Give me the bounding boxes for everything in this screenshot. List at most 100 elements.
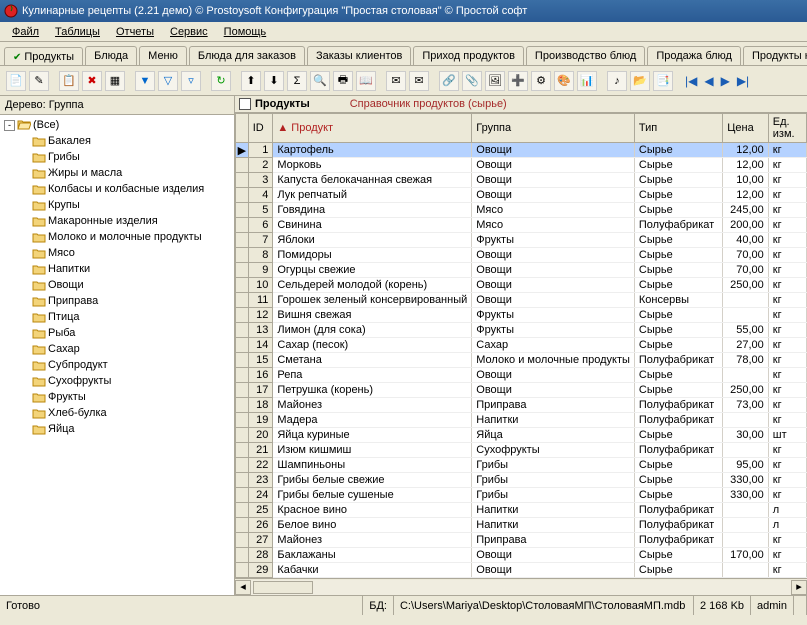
tree-item[interactable]: Субпродукт: [32, 357, 230, 373]
tb-email2-icon[interactable]: ✉: [409, 71, 429, 91]
tree-item[interactable]: Бакалея: [32, 133, 230, 149]
tree-item[interactable]: Овощи: [32, 277, 230, 293]
tb-color-icon[interactable]: 🎨: [554, 71, 574, 91]
table-row[interactable]: 23Грибы белые свежиеГрибыСырье330,00кг: [236, 473, 807, 488]
menu-reports[interactable]: Отчеты: [108, 24, 162, 40]
table-row[interactable]: 18МайонезПриправаПолуфабрикат73,00кг: [236, 398, 807, 413]
tree-item[interactable]: Яйца: [32, 421, 230, 437]
tab-stock[interactable]: Продукты на складе: [743, 46, 807, 65]
tb-book-icon[interactable]: 📖: [356, 71, 376, 91]
table-row[interactable]: 3Капуста белокачанная свежаяОвощиСырье10…: [236, 173, 807, 188]
tree-item[interactable]: Мясо: [32, 245, 230, 261]
tb-import-icon[interactable]: ⬇: [264, 71, 284, 91]
tree[interactable]: - (Все) БакалеяГрибыЖиры и маслаКолбасы и …: [0, 115, 234, 595]
nav-prev-icon[interactable]: ◀: [702, 74, 715, 88]
column-header[interactable]: Группа: [472, 114, 635, 143]
table-row[interactable]: 30Лук порейОвощиСырье160,00кг: [236, 578, 807, 579]
nav-first-icon[interactable]: |◀: [683, 74, 699, 88]
tb-img-icon[interactable]: 🖼: [485, 71, 505, 91]
tab-products[interactable]: Продукты: [4, 47, 83, 66]
tb-cfg-icon[interactable]: ⚙: [531, 71, 551, 91]
tree-item[interactable]: Птица: [32, 309, 230, 325]
table-row[interactable]: 16РепаОвощиСырьекг: [236, 368, 807, 383]
tb-filteroff-icon[interactable]: ▿: [181, 71, 201, 91]
tb-addrow-icon[interactable]: ➕: [508, 71, 528, 91]
tb-email-icon[interactable]: ✉: [386, 71, 406, 91]
tree-collapse-icon[interactable]: -: [4, 120, 15, 131]
scroll-thumb[interactable]: [253, 581, 313, 594]
table-row[interactable]: 20Яйца куриныеЯйцаСырье30,00шт: [236, 428, 807, 443]
tb-mass-icon[interactable]: ▦: [105, 71, 125, 91]
scroll-left-icon[interactable]: ◂: [235, 580, 251, 595]
tree-item[interactable]: Напитки: [32, 261, 230, 277]
menu-file[interactable]: Файл: [4, 24, 47, 40]
nav-next-icon[interactable]: ▶: [719, 74, 732, 88]
table-row[interactable]: 14Сахар (песок)СахарСырье27,00кг: [236, 338, 807, 353]
nav-last-icon[interactable]: ▶|: [735, 74, 751, 88]
tree-item[interactable]: Фрукты: [32, 389, 230, 405]
table-row[interactable]: 2МорковьОвощиСырье12,00кг: [236, 158, 807, 173]
panel-checkbox-icon[interactable]: [239, 98, 251, 110]
table-row[interactable]: 28БаклажаныОвощиСырье170,00кг: [236, 548, 807, 563]
tb-export-icon[interactable]: ⬆: [241, 71, 261, 91]
column-header[interactable]: ID: [248, 114, 273, 143]
scroll-right-icon[interactable]: ▸: [791, 580, 807, 595]
table-row[interactable]: 4Лук репчатыйОвощиСырье12,00кг: [236, 188, 807, 203]
column-header[interactable]: Цена: [723, 114, 768, 143]
tb-attach-icon[interactable]: 📎: [462, 71, 482, 91]
tree-item[interactable]: Хлеб-булка: [32, 405, 230, 421]
tb-open-icon[interactable]: 📂: [630, 71, 650, 91]
data-grid[interactable]: ID▲ ПродуктГруппаТипЦенаЕд. изм.▶1Картоф…: [235, 113, 807, 578]
table-row[interactable]: 24Грибы белые сушеныеГрибыСырье330,00кг: [236, 488, 807, 503]
column-header[interactable]: ▲ Продукт: [273, 114, 472, 143]
table-row[interactable]: 17Петрушка (корень)ОвощиСырье250,00кг: [236, 383, 807, 398]
tree-item[interactable]: Колбасы и колбасные изделия: [32, 181, 230, 197]
tree-item[interactable]: Грибы: [32, 149, 230, 165]
table-row[interactable]: 26Белое виноНапиткиПолуфабрикатл: [236, 518, 807, 533]
tab-menu[interactable]: Меню: [139, 46, 187, 65]
tb-find-icon[interactable]: 🔍: [310, 71, 330, 91]
tb-refresh-icon[interactable]: ↻: [211, 71, 231, 91]
table-row[interactable]: 8ПомидорыОвощиСырье70,00кг: [236, 248, 807, 263]
tree-root-label[interactable]: (Все): [33, 119, 59, 131]
tab-dishes-orders[interactable]: Блюда для заказов: [189, 46, 305, 65]
tb-print-icon[interactable]: 🖶: [333, 71, 353, 91]
tb-new-icon[interactable]: 📄: [6, 71, 26, 91]
tree-item[interactable]: Макаронные изделия: [32, 213, 230, 229]
tree-item[interactable]: Жиры и масла: [32, 165, 230, 181]
menu-help[interactable]: Помощь: [216, 24, 275, 40]
table-row[interactable]: 21Изюм кишмишСухофруктыПолуфабрикаткг: [236, 443, 807, 458]
scroll-track[interactable]: [251, 580, 791, 595]
tb-filter-icon[interactable]: ▼: [135, 71, 155, 91]
tab-dishes[interactable]: Блюда: [85, 46, 137, 65]
tree-item[interactable]: Рыба: [32, 325, 230, 341]
tab-production[interactable]: Производство блюд: [526, 46, 645, 65]
table-row[interactable]: 5ГовядинаМясоСырье245,00кг: [236, 203, 807, 218]
table-row[interactable]: 6СвининаМясоПолуфабрикат200,00кг: [236, 218, 807, 233]
table-row[interactable]: 19МадераНапиткиПолуфабрикаткг: [236, 413, 807, 428]
tree-item[interactable]: Сухофрукты: [32, 373, 230, 389]
table-row[interactable]: 15СметанаМолоко и молочные продуктыПолуф…: [236, 353, 807, 368]
tb-link-icon[interactable]: 🔗: [439, 71, 459, 91]
tab-income[interactable]: Приход продуктов: [413, 46, 524, 65]
tree-item[interactable]: Сахар: [32, 341, 230, 357]
table-row[interactable]: 25Красное виноНапиткиПолуфабрикатл: [236, 503, 807, 518]
tb-copy-icon[interactable]: 📋: [59, 71, 79, 91]
tb-music-icon[interactable]: ♪: [607, 71, 627, 91]
table-row[interactable]: 13Лимон (для сока)ФруктыСырье55,00кг: [236, 323, 807, 338]
tree-item[interactable]: Молоко и молочные продукты: [32, 229, 230, 245]
table-row[interactable]: 9Огурцы свежиеОвощиСырье70,00кг: [236, 263, 807, 278]
tb-doc-icon[interactable]: 📑: [653, 71, 673, 91]
table-row[interactable]: 7ЯблокиФруктыСырье40,00кг: [236, 233, 807, 248]
menu-tables[interactable]: Таблицы: [47, 24, 108, 40]
menu-service[interactable]: Сервис: [162, 24, 216, 40]
tb-edit-icon[interactable]: ✎: [29, 71, 49, 91]
table-row[interactable]: 10Сельдерей молодой (корень)ОвощиСырье25…: [236, 278, 807, 293]
column-header[interactable]: Ед. изм.: [768, 114, 806, 143]
column-header[interactable]: Тип: [634, 114, 722, 143]
tree-item[interactable]: Крупы: [32, 197, 230, 213]
table-row[interactable]: 22ШампиньоныГрибыСырье95,00кг: [236, 458, 807, 473]
table-row[interactable]: 27МайонезПриправаПолуфабрикаткг: [236, 533, 807, 548]
table-row[interactable]: 11Горошек зеленый консервированныйОвощиК…: [236, 293, 807, 308]
table-row[interactable]: 29КабачкиОвощиСырьекг: [236, 563, 807, 578]
